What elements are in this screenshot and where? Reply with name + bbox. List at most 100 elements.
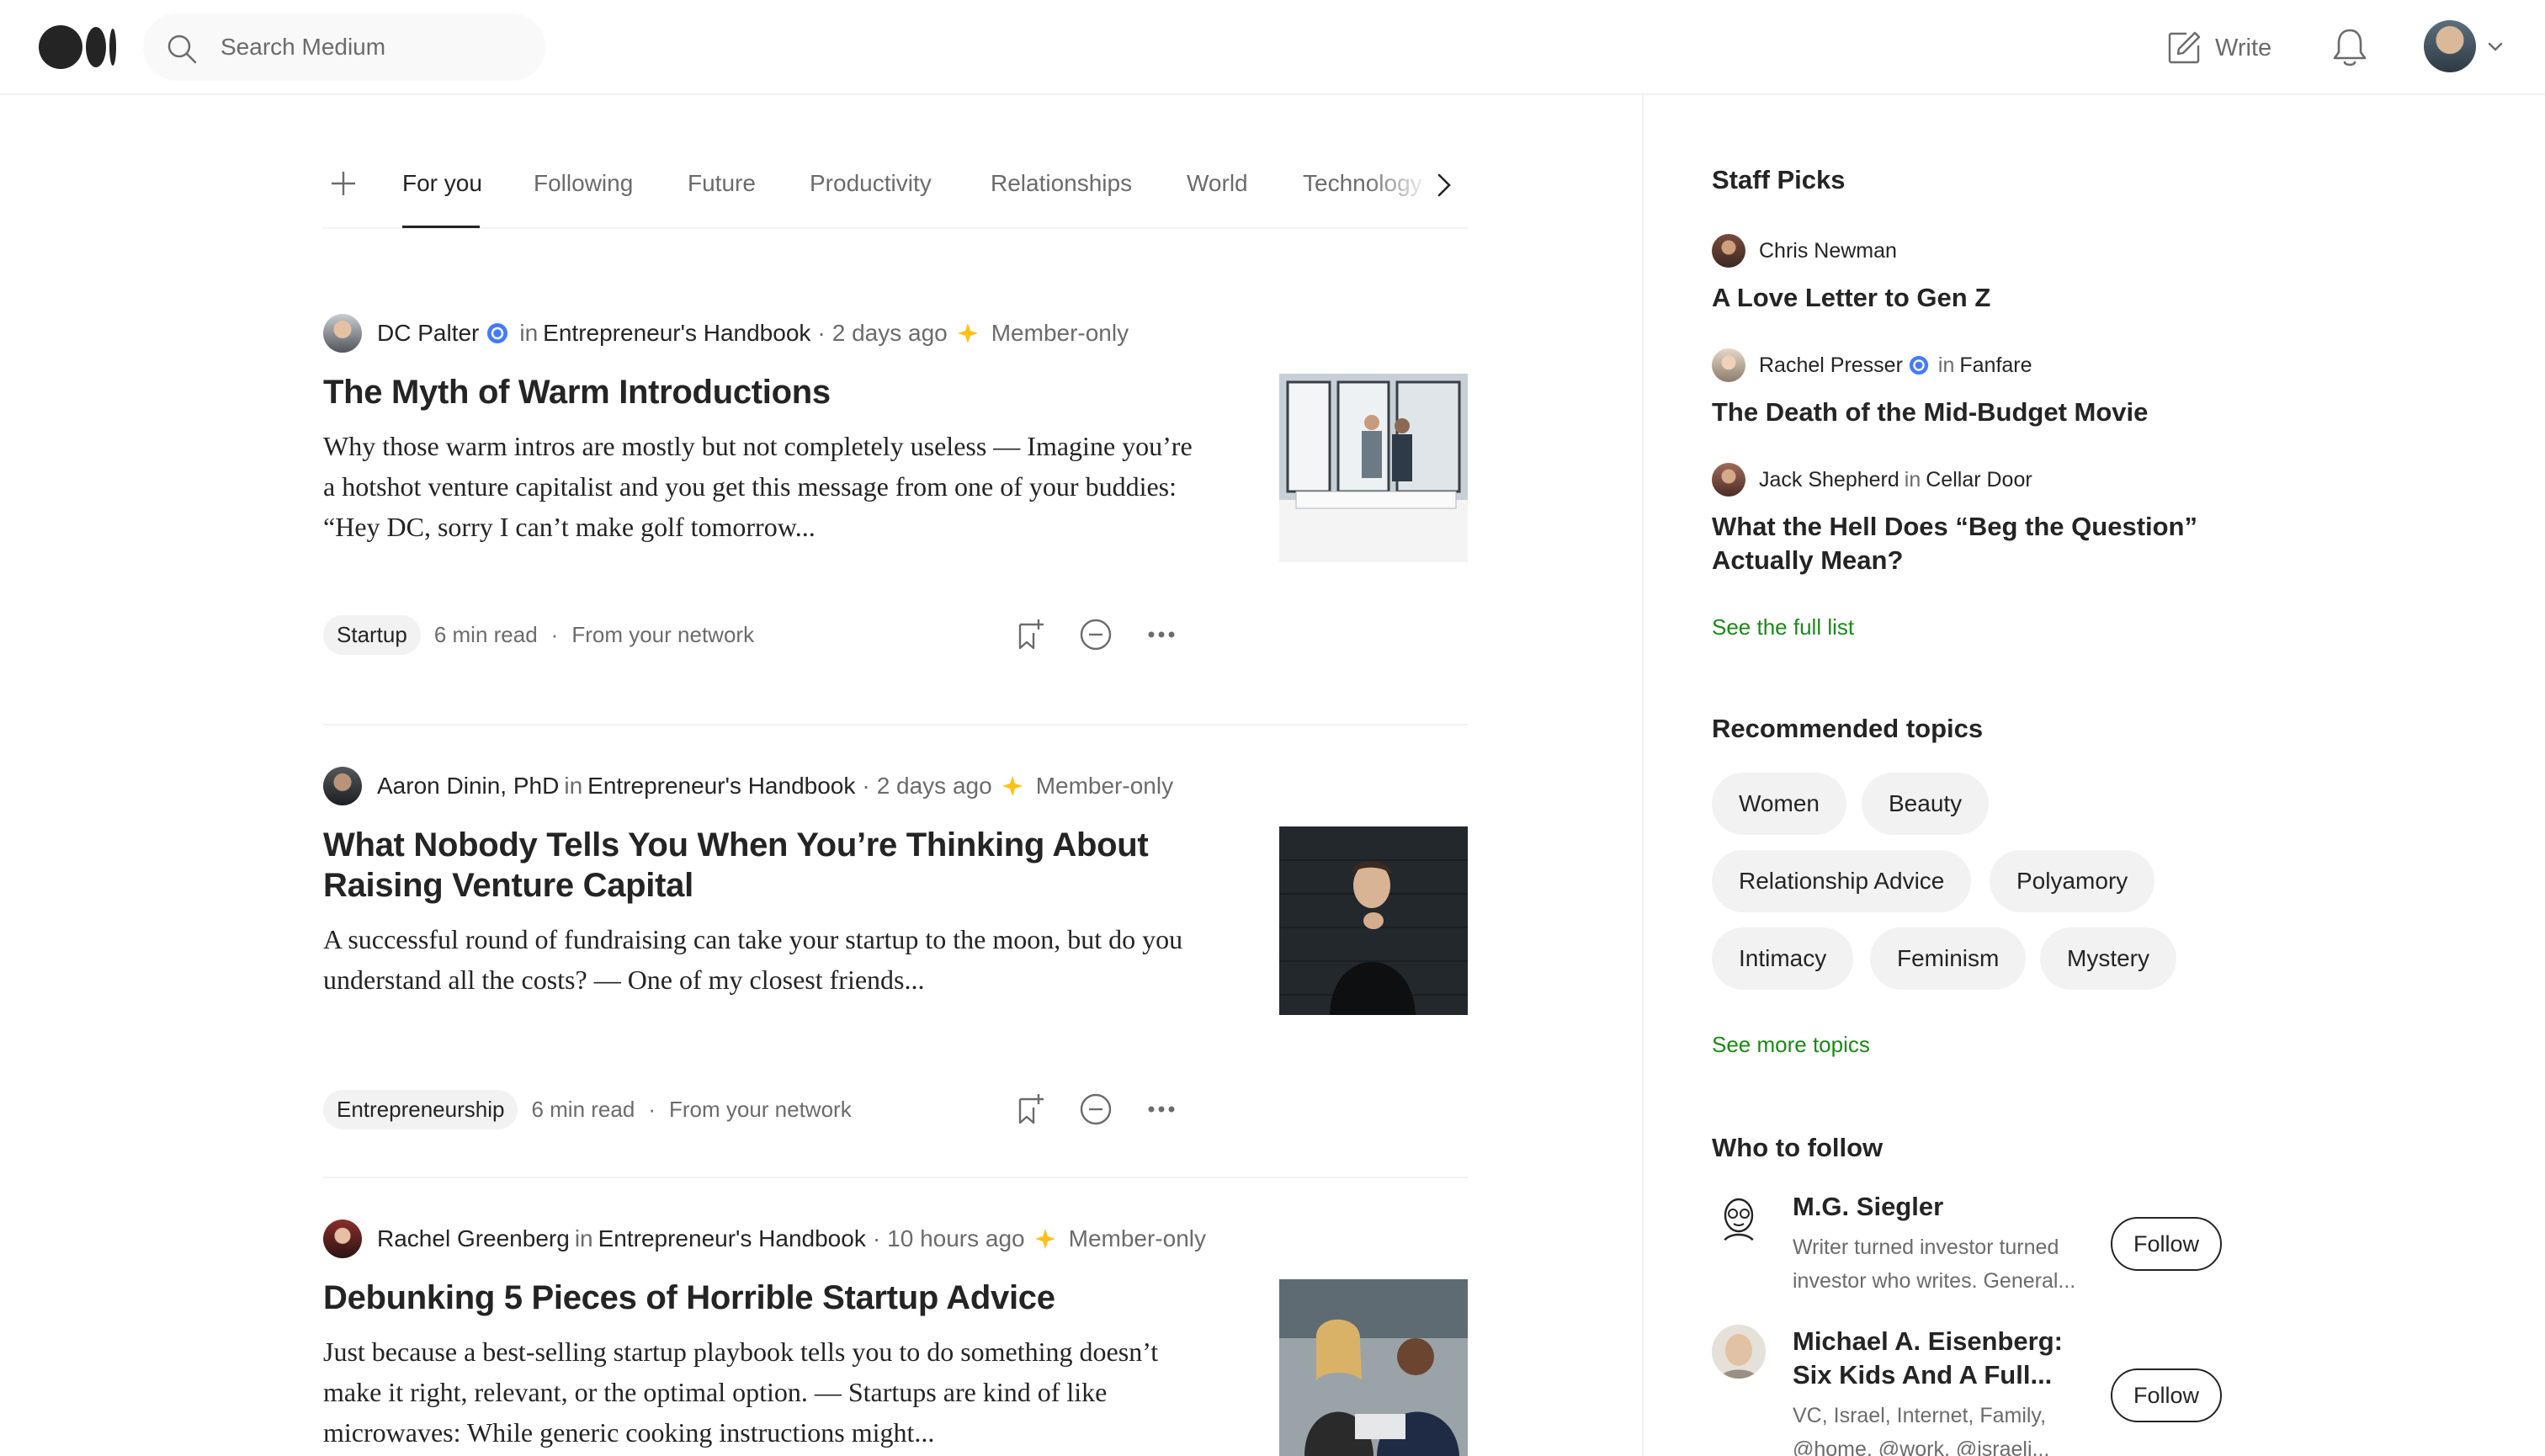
pick-meta: Jack Shepherd in Cellar Door [1712,461,2032,498]
follow-name[interactable]: M.G. Siegler [1793,1190,2079,1224]
follow-avatar[interactable] [1712,1190,1766,1244]
tab-future[interactable]: Future [688,170,756,197]
see-full-list-link[interactable]: See the full list [1712,614,1854,640]
see-more-topics-link[interactable]: See more topics [1712,1032,1870,1058]
topic-chip[interactable]: Mystery [2040,927,2176,990]
member-star-icon [1034,1229,1055,1249]
article-thumbnail[interactable] [1279,826,1468,1015]
topic-chip[interactable]: Intimacy [1712,927,1854,990]
show-less-icon[interactable] [1079,618,1113,651]
publication-name[interactable]: Entrepreneur's Handbook [587,773,855,800]
tab-for-you[interactable]: For you [402,170,482,197]
separator: · [862,773,870,799]
article-card[interactable]: Aaron Dinin, PhD in Entrepreneur's Handb… [323,766,1468,1129]
topic-chip[interactable]: Relationship Advice [1712,850,1972,912]
article-actions [1013,614,1178,655]
follow-button[interactable]: Follow [2111,1368,2222,1422]
author-avatar[interactable] [1712,234,1745,268]
write-label: Write [2215,34,2272,61]
author-name[interactable]: Rachel Presser [1759,353,1903,378]
article-thumbnail[interactable] [1279,374,1468,562]
read-time: 6 min read [531,1096,635,1122]
article-footer: Startup 6 min read · From your network [323,614,754,655]
pick-title[interactable]: A Love Letter to Gen Z [1712,281,2250,315]
chevron-down-icon[interactable] [2486,37,2505,56]
member-only-label: Member-only [1068,1225,1207,1251]
sidebar-divider [1642,95,1644,1456]
author-name[interactable]: Jack Shepherd [1759,468,1899,492]
pick-title[interactable]: What the Hell Does “Beg the Question” Ac… [1712,510,2250,577]
article-card[interactable]: Rachel Greenberg in Entrepreneur's Handb… [323,1219,1468,1456]
chevron-right-icon[interactable] [1431,170,1458,200]
from-network: From your network [668,1096,852,1122]
tag-chip[interactable]: Entrepreneurship [323,1089,518,1129]
author-name[interactable]: DC Palter [377,320,479,347]
author-avatar[interactable] [323,1220,362,1258]
article-excerpt[interactable]: Just because a best-selling startup play… [323,1331,1198,1453]
topic-chip[interactable]: Feminism [1870,927,2027,990]
more-options-icon[interactable] [1145,618,1178,651]
topic-chip[interactable]: Women [1712,773,1846,835]
article-thumbnail[interactable] [1279,1279,1468,1456]
publication-name[interactable]: Entrepreneur's Handbook [543,320,810,347]
follow-avatar[interactable] [1712,1325,1766,1379]
search-icon [167,35,197,64]
more-options-icon[interactable] [1145,1092,1178,1126]
in-label: in [1904,467,1921,492]
follow-name[interactable]: Michael A. Eisenberg: Six Kids And A Ful… [1793,1325,2079,1392]
article-title[interactable]: Debunking 5 Pieces of Horrible Startup A… [323,1278,1198,1318]
pick-title[interactable]: The Death of the Mid-Budget Movie [1712,396,2250,429]
article-excerpt[interactable]: A successful round of fundraising can ta… [323,919,1198,1000]
search-box[interactable] [143,13,545,81]
verified-badge-icon [1909,355,1929,375]
tab-relationships[interactable]: Relationships [991,170,1132,197]
pick-meta: Chris Newman [1712,232,1897,269]
notifications-bell-icon[interactable] [2330,25,2370,69]
member-star-icon [957,323,978,343]
post-age: 2 days ago [832,320,948,346]
follow-bio: Writer turned investor turned investor w… [1793,1235,2076,1293]
medium-logo[interactable] [39,25,116,69]
staff-picks-heading: Staff Picks [1712,165,1846,194]
article-title[interactable]: What Nobody Tells You When You’re Thinki… [323,825,1165,906]
topic-chip[interactable]: Beauty [1862,773,1990,835]
tag-chip[interactable]: Startup [323,614,421,655]
in-label: in [574,1225,593,1251]
separator: · [872,1225,881,1251]
tab-productivity[interactable]: Productivity [810,170,932,197]
article-footer: Entrepreneurship 6 min read · From your … [323,1089,852,1129]
author-avatar[interactable] [1712,463,1745,497]
bookmark-add-icon[interactable] [1013,1092,1047,1126]
article-title[interactable]: The Myth of Warm Introductions [323,372,1198,412]
article-card[interactable]: DC Palter in Entrepreneur's Handbook · 2… [323,313,1468,667]
article-actions [1013,1089,1178,1129]
divider [323,724,1468,725]
who-to-follow-heading: Who to follow [1712,1133,1884,1162]
bookmark-add-icon[interactable] [1013,618,1047,651]
author-avatar[interactable] [323,314,362,353]
author-avatar[interactable] [1712,348,1745,382]
tab-world[interactable]: World [1187,170,1248,197]
separator: · [817,320,826,346]
add-topic-icon[interactable] [328,168,359,199]
publication-name[interactable]: Cellar Door [1926,468,2032,492]
user-avatar[interactable] [2424,20,2476,72]
publication-name[interactable]: Entrepreneur's Handbook [598,1225,866,1252]
publication-name[interactable]: Fanfare [1959,353,2032,378]
article-excerpt[interactable]: Why those warm intros are mostly but not… [323,426,1198,547]
author-name[interactable]: Rachel Greenberg [377,1225,570,1252]
separator: · [550,621,559,647]
follow-bio: VC, Israel, Internet, Family, @home, @wo… [1793,1404,2050,1456]
search-input[interactable] [220,13,523,81]
show-less-icon[interactable] [1079,1092,1113,1126]
author-name[interactable]: Aaron Dinin, PhD [377,773,559,800]
write-button[interactable]: Write [2166,25,2271,71]
tab-following[interactable]: Following [534,170,633,197]
follow-button[interactable]: Follow [2111,1217,2222,1271]
in-label: in [1937,353,1955,377]
author-name[interactable]: Chris Newman [1759,239,1897,263]
member-only-label: Member-only [991,320,1129,346]
pick-meta: Rachel Presser in Fanfare [1712,347,2032,384]
author-avatar[interactable] [323,767,362,805]
topic-chip[interactable]: Polyamory [1990,850,2155,912]
